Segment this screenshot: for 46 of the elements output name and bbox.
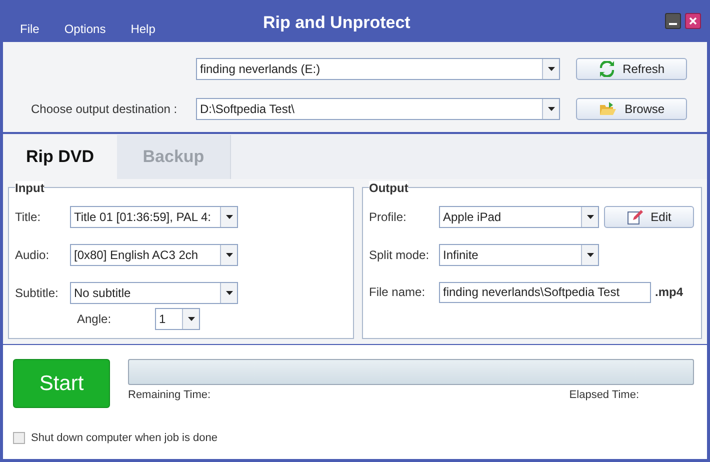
field-label: File name: — [369, 284, 426, 301]
menu-item[interactable]: File — [20, 20, 40, 38]
refresh-icon — [598, 61, 615, 77]
dropdown[interactable]: [0x80] English AC3 2ch — [70, 244, 238, 266]
close-button[interactable] — [685, 13, 701, 29]
checkbox[interactable] — [13, 432, 25, 444]
panel-legend: Output — [369, 180, 408, 194]
tab[interactable]: Rip DVD — [3, 134, 117, 178]
edit-button[interactable]: Edit — [604, 206, 694, 228]
menu-item[interactable]: Options — [64, 20, 106, 38]
browse-button[interactable]: Browse — [576, 98, 687, 120]
source-dropdown[interactable]: finding neverlands (E:) — [196, 58, 560, 80]
file-name-field[interactable]: finding neverlands\Softpedia Test — [439, 282, 651, 302]
shutdown-label: Shut down computer when job is done — [31, 431, 218, 446]
field-label: Profile: — [369, 208, 408, 226]
menu-item[interactable]: Help — [130, 20, 156, 38]
file-extension: .mp4 — [655, 284, 684, 301]
caret-icon — [188, 316, 194, 320]
destination-dropdown[interactable]: D:\Softpedia Test\ — [196, 98, 560, 120]
field-label: Angle: — [77, 310, 112, 328]
caret-icon — [548, 107, 555, 111]
panel-legend: Input — [15, 180, 44, 194]
caret-icon — [548, 67, 555, 71]
pencil-icon — [626, 208, 643, 224]
refresh-button[interactable]: Refresh — [576, 58, 687, 80]
field-label: Split mode: — [369, 246, 430, 264]
angle-dropdown[interactable]: 1 — [155, 308, 200, 330]
remaining-time-label: Remaining Time: — [128, 388, 211, 403]
profile-dropdown[interactable]: Apple iPad — [439, 206, 599, 228]
caret-icon — [226, 214, 232, 218]
folder-icon — [598, 101, 617, 117]
split-mode-dropdown[interactable]: Infinite — [439, 244, 599, 266]
window-title: Rip and Unprotect — [263, 12, 410, 34]
caret-icon — [586, 214, 594, 218]
field-label: Choose output destination : — [31, 102, 178, 116]
field-label: Audio: — [15, 246, 50, 264]
dropdown[interactable]: No subtitle — [70, 282, 238, 304]
field-label: Subtitle: — [15, 284, 60, 302]
field-label: Title: — [15, 208, 42, 226]
minimize-button[interactable] — [665, 13, 681, 29]
caret-icon — [226, 290, 232, 294]
elapsed-time-label: Elapsed Time: — [569, 388, 639, 403]
caret-icon — [586, 252, 594, 256]
dropdown[interactable]: Title 01 [01:36:59], PAL 4: — [70, 206, 238, 228]
caret-icon — [226, 252, 232, 256]
close-icon — [689, 17, 697, 25]
